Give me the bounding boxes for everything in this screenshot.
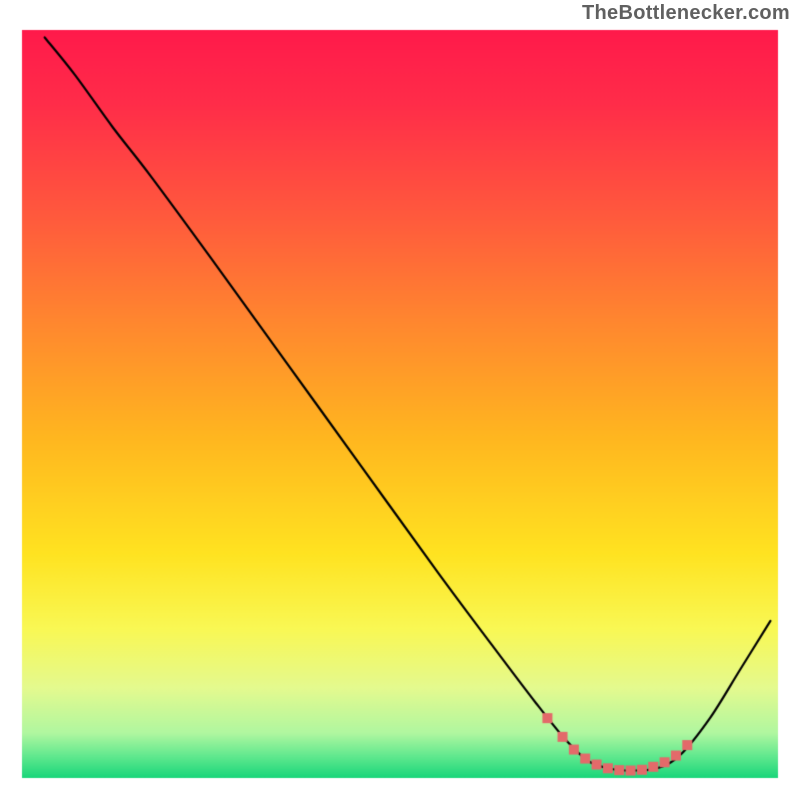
- chart-container: TheBottlenecker.com: [0, 0, 800, 800]
- bottleneck-curve-chart: [0, 0, 800, 800]
- watermark-text: TheBottlenecker.com: [582, 2, 790, 25]
